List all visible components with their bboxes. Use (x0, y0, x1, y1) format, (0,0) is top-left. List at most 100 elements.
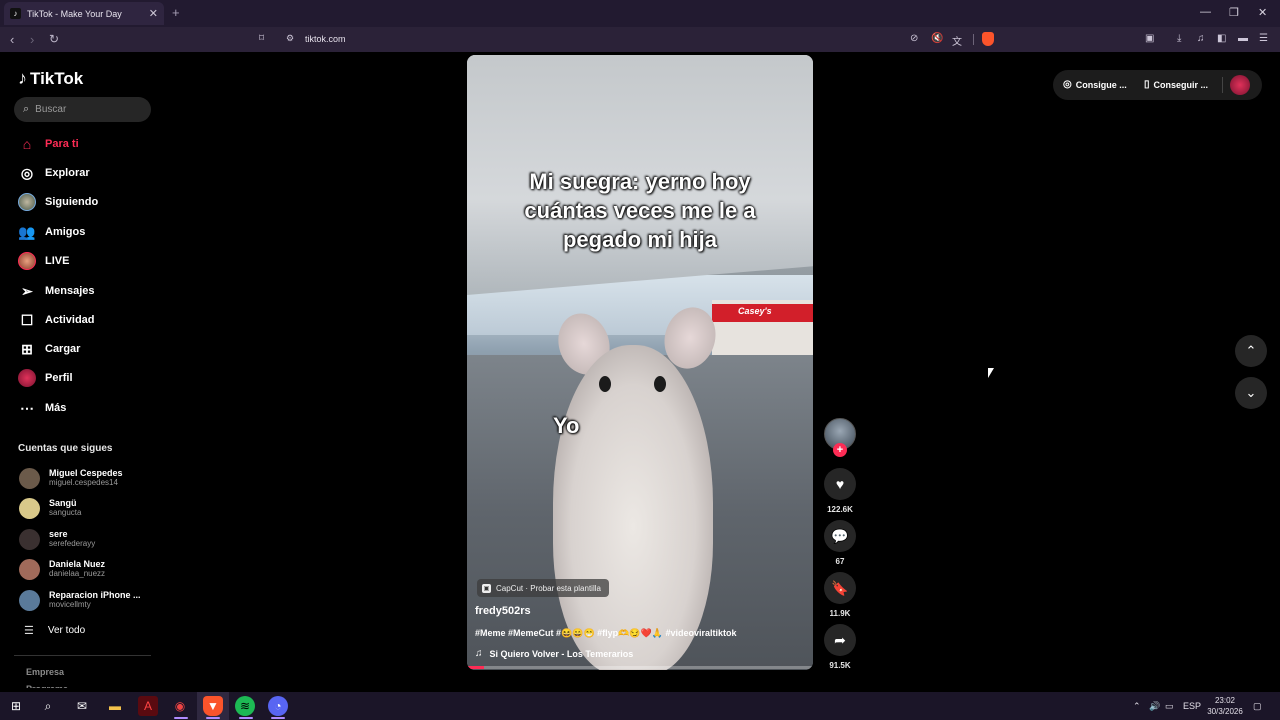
get-app-button[interactable]: ▯ Conseguir ... (1144, 79, 1208, 90)
new-tab-button[interactable]: + (172, 5, 180, 20)
nav-item-perfil[interactable]: Perfil (18, 367, 73, 389)
clock-date: 30/3/2026 (1207, 707, 1243, 716)
search-input[interactable] (35, 104, 136, 115)
mouse-eye-right (654, 376, 666, 392)
account-handle: danielaa_nuezz (49, 569, 106, 578)
tiktok-favicon-icon: ♪ (10, 8, 21, 19)
video-overlay-text: Yo (553, 413, 580, 438)
get-coins-label: Consigue ... (1075, 79, 1127, 90)
comment-button[interactable]: 💬 (824, 520, 856, 552)
user-avatar[interactable] (1230, 75, 1250, 95)
see-all-button[interactable]: ☰ Ver todo (24, 624, 85, 637)
browser-titlebar: ♪ TikTok - Make Your Day ✕ + — ❐ ✕ (0, 0, 1280, 27)
home-icon: ⌂ (22, 136, 32, 152)
followed-account[interactable]: Daniela Nuez danielaa_nuezz (19, 557, 159, 581)
nav-item-cargar[interactable]: ⊞ Cargar (18, 338, 80, 360)
nav-item-live[interactable]: LIVE (18, 250, 69, 272)
discord-taskbar-icon[interactable]: ◔ (268, 696, 288, 716)
downloads-icon[interactable]: ⤓ (1177, 33, 1181, 44)
tiktok-note-icon: ♪ (18, 68, 27, 88)
bookmark-icon[interactable]: ⌑ (259, 33, 264, 44)
windows-start-icon[interactable]: ⊞ (6, 696, 26, 716)
minimize-button[interactable]: — (1200, 6, 1211, 18)
nav-item-mensajes[interactable]: ➢ Mensajes (18, 280, 94, 302)
following-avatar-icon (18, 193, 36, 211)
avatar (19, 528, 40, 550)
list-icon: ☰ (24, 625, 34, 637)
notification-icon[interactable]: ▢ (1253, 701, 1262, 712)
search-box[interactable]: ⌕ (14, 97, 151, 122)
reload-icon[interactable]: ↻ (49, 32, 59, 46)
avatar (19, 589, 40, 611)
tab-search-icon[interactable]: ▣ (1145, 33, 1154, 44)
site-settings-icon[interactable]: ⚙ (286, 33, 294, 44)
account-handle: movicellmty (49, 600, 91, 609)
followed-account[interactable]: Reparacion iPhone ... movicellmty (19, 588, 159, 612)
previous-video-button[interactable]: ⌃ (1235, 335, 1267, 367)
video-progress-bar[interactable] (467, 666, 813, 669)
profile-icon (18, 369, 36, 387)
live-icon (18, 252, 36, 270)
adobe-app-icon[interactable]: A (138, 696, 158, 716)
brave-shields-icon[interactable] (982, 32, 994, 46)
menu-icon[interactable]: ☰ (1259, 33, 1268, 44)
mail-app-icon[interactable]: ✉ (72, 696, 92, 716)
nav-item-siguiendo[interactable]: Siguiendo (18, 191, 98, 213)
comment-icon: 💬 (831, 527, 849, 544)
nav-item-explorar[interactable]: ◎ Explorar (18, 162, 90, 184)
media-off-icon[interactable]: ⊘ (910, 33, 918, 44)
nav-item-mas[interactable]: ⋯ Más (18, 397, 66, 419)
music-icon[interactable]: ♫ (1197, 33, 1205, 44)
spotify-taskbar-icon[interactable]: ≋ (235, 696, 255, 716)
nav-label: Actividad (45, 314, 95, 326)
mute-icon[interactable]: 🔇 (931, 33, 943, 44)
music-label: Si Quiero Volver - Los Temerarios (489, 648, 634, 659)
coin-icon: ◎ (1063, 79, 1072, 90)
taskbar-search-icon[interactable]: ⌕ (38, 696, 58, 716)
tray-overflow-icon[interactable]: ⌃ (1133, 701, 1141, 712)
url-field[interactable]: tiktok.com (305, 34, 346, 44)
save-button[interactable]: 🔖 (824, 572, 856, 604)
forward-icon[interactable]: › (30, 32, 34, 47)
mouse-body (553, 345, 713, 670)
follow-plus-icon[interactable]: + (833, 443, 847, 457)
tab-close-icon[interactable]: ✕ (149, 7, 158, 20)
brave-taskbar-icon[interactable]: ▼ (203, 696, 223, 716)
close-window-button[interactable]: ✕ (1258, 6, 1267, 19)
video-author[interactable]: fredy502rs (475, 605, 531, 617)
account-name: Daniela Nuez (49, 559, 106, 569)
followed-account[interactable]: sere serefederayy (19, 527, 159, 551)
video-description[interactable]: #Meme #MemeCut #😆😄😁 #flyp🫶😏❤️🙏 #videovir… (475, 628, 737, 639)
taskbar-clock[interactable]: 23:02 30/3/2026 (1200, 695, 1250, 717)
nav-item-actividad[interactable]: ☐ Actividad (18, 309, 95, 331)
footer-link-programa[interactable]: Programa (26, 684, 68, 688)
sidebar-panel-icon[interactable]: ◧ (1217, 33, 1226, 44)
video-music[interactable]: ♫ Si Quiero Volver - Los Temerarios (475, 648, 633, 659)
browser-tab[interactable]: ♪ TikTok - Make Your Day ✕ (4, 2, 164, 25)
file-explorer-icon[interactable]: ▬ (105, 696, 125, 716)
translate-icon[interactable]: 文 (952, 33, 962, 48)
share-button[interactable]: ➦ (824, 624, 856, 656)
network-icon[interactable]: ▭ (1165, 701, 1174, 712)
followed-account[interactable]: Miguel Cespedes miguel.cespedes14 (19, 466, 159, 490)
volume-icon[interactable]: 🔊 (1149, 701, 1160, 712)
account-name: sere (49, 529, 68, 539)
restore-button[interactable]: ❐ (1229, 6, 1239, 19)
nav-label: Explorar (45, 167, 90, 179)
tiktok-logo[interactable]: ♪ TikTok (18, 68, 83, 89)
language-indicator[interactable]: ESP (1183, 701, 1201, 711)
footer-link-empresa[interactable]: Empresa (26, 667, 64, 677)
browser-app-icon[interactable]: ◉ (170, 696, 190, 716)
capcut-template-link[interactable]: ▣ CapCut · Probar esta plantilla (477, 579, 609, 597)
back-icon[interactable]: ‹ (10, 32, 14, 47)
like-button[interactable]: ♥ (824, 468, 856, 500)
get-coins-button[interactable]: ◎ Consigue ... (1063, 79, 1127, 90)
wallet-icon[interactable]: ▬ (1238, 33, 1248, 44)
nav-item-para-ti[interactable]: ⌂ Para ti (18, 133, 79, 155)
windows-taskbar (0, 692, 1280, 720)
nav-item-amigos[interactable]: 👥 Amigos (18, 221, 85, 243)
followed-account[interactable]: Sangü sangucta (19, 496, 159, 520)
video-player[interactable]: Casey's Mi suegra: yerno hoy cuántas vec… (467, 55, 813, 670)
phone-icon: ▯ (1144, 79, 1150, 90)
next-video-button[interactable]: ⌄ (1235, 377, 1267, 409)
